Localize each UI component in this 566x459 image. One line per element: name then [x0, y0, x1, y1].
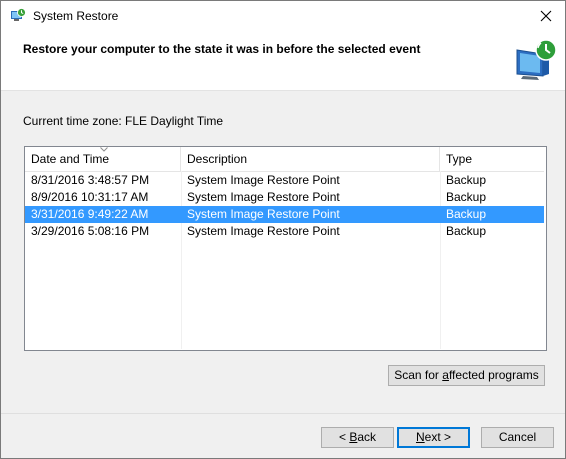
- header-panel: Restore your computer to the state it wa…: [1, 32, 565, 91]
- table-row[interactable]: 8/31/2016 3:48:57 PM System Image Restor…: [25, 172, 544, 189]
- table-row-selected[interactable]: 3/31/2016 9:49:22 AM System Image Restor…: [25, 206, 544, 223]
- next-button-label-accel: N: [415, 430, 425, 444]
- cancel-button[interactable]: Cancel: [481, 427, 554, 448]
- back-button[interactable]: < Back: [321, 427, 394, 448]
- close-button[interactable]: [531, 3, 561, 29]
- cancel-button-label: Cancel: [498, 430, 537, 444]
- cell-date: 3/29/2016 5:08:16 PM: [31, 224, 150, 238]
- timezone-label: Current time zone: FLE Daylight Time: [23, 114, 224, 128]
- table-row[interactable]: 3/29/2016 5:08:16 PM System Image Restor…: [25, 223, 544, 240]
- cell-description: System Image Restore Point: [187, 173, 340, 187]
- column-header-type-label: Type: [446, 152, 473, 166]
- scan-affected-programs-button[interactable]: Scan for affected programs: [388, 365, 545, 386]
- next-button[interactable]: Next >: [397, 427, 470, 448]
- system-restore-window: System Restore Restore your computer to …: [0, 0, 566, 459]
- column-header-date-label: Date and Time: [31, 152, 110, 166]
- column-header-date[interactable]: Date and Time: [25, 147, 181, 171]
- column-header-description[interactable]: Description: [181, 147, 440, 171]
- cell-date: 3/31/2016 9:49:22 AM: [31, 207, 149, 221]
- scan-button-label-suffix: ffected programs: [448, 368, 539, 382]
- table-header: Date and Time Description Type: [25, 147, 544, 172]
- sort-arrow-icon: [100, 147, 108, 152]
- column-header-description-label: Description: [187, 152, 248, 166]
- title-bar: System Restore: [1, 1, 565, 32]
- next-button-label-suffix: ext >: [424, 430, 452, 444]
- back-button-label-suffix: ack: [357, 430, 377, 444]
- footer-separator: [1, 413, 565, 414]
- cell-type: Backup: [446, 173, 487, 187]
- cell-type: Backup: [446, 207, 487, 221]
- back-button-label-prefix: <: [338, 430, 350, 444]
- window-title: System Restore: [33, 9, 119, 23]
- page-title: Restore your computer to the state it wa…: [23, 42, 421, 56]
- cell-date: 8/31/2016 3:48:57 PM: [31, 173, 150, 187]
- cell-date: 8/9/2016 10:31:17 AM: [31, 190, 149, 204]
- column-header-type[interactable]: Type: [440, 147, 544, 171]
- scan-button-label-prefix: Scan for: [394, 368, 443, 382]
- cell-type: Backup: [446, 190, 487, 204]
- cell-type: Backup: [446, 224, 487, 238]
- restore-monitor-icon: [513, 38, 559, 84]
- cell-description: System Image Restore Point: [187, 190, 340, 204]
- system-restore-icon: [10, 8, 26, 24]
- cell-description: System Image Restore Point: [187, 207, 340, 221]
- table-row[interactable]: 8/9/2016 10:31:17 AM System Image Restor…: [25, 189, 544, 206]
- cell-description: System Image Restore Point: [187, 224, 340, 238]
- restore-points-table[interactable]: Date and Time Description Type 8/31/2016…: [24, 146, 547, 351]
- close-icon: [540, 10, 552, 22]
- scan-button-label-accel: a: [442, 368, 449, 382]
